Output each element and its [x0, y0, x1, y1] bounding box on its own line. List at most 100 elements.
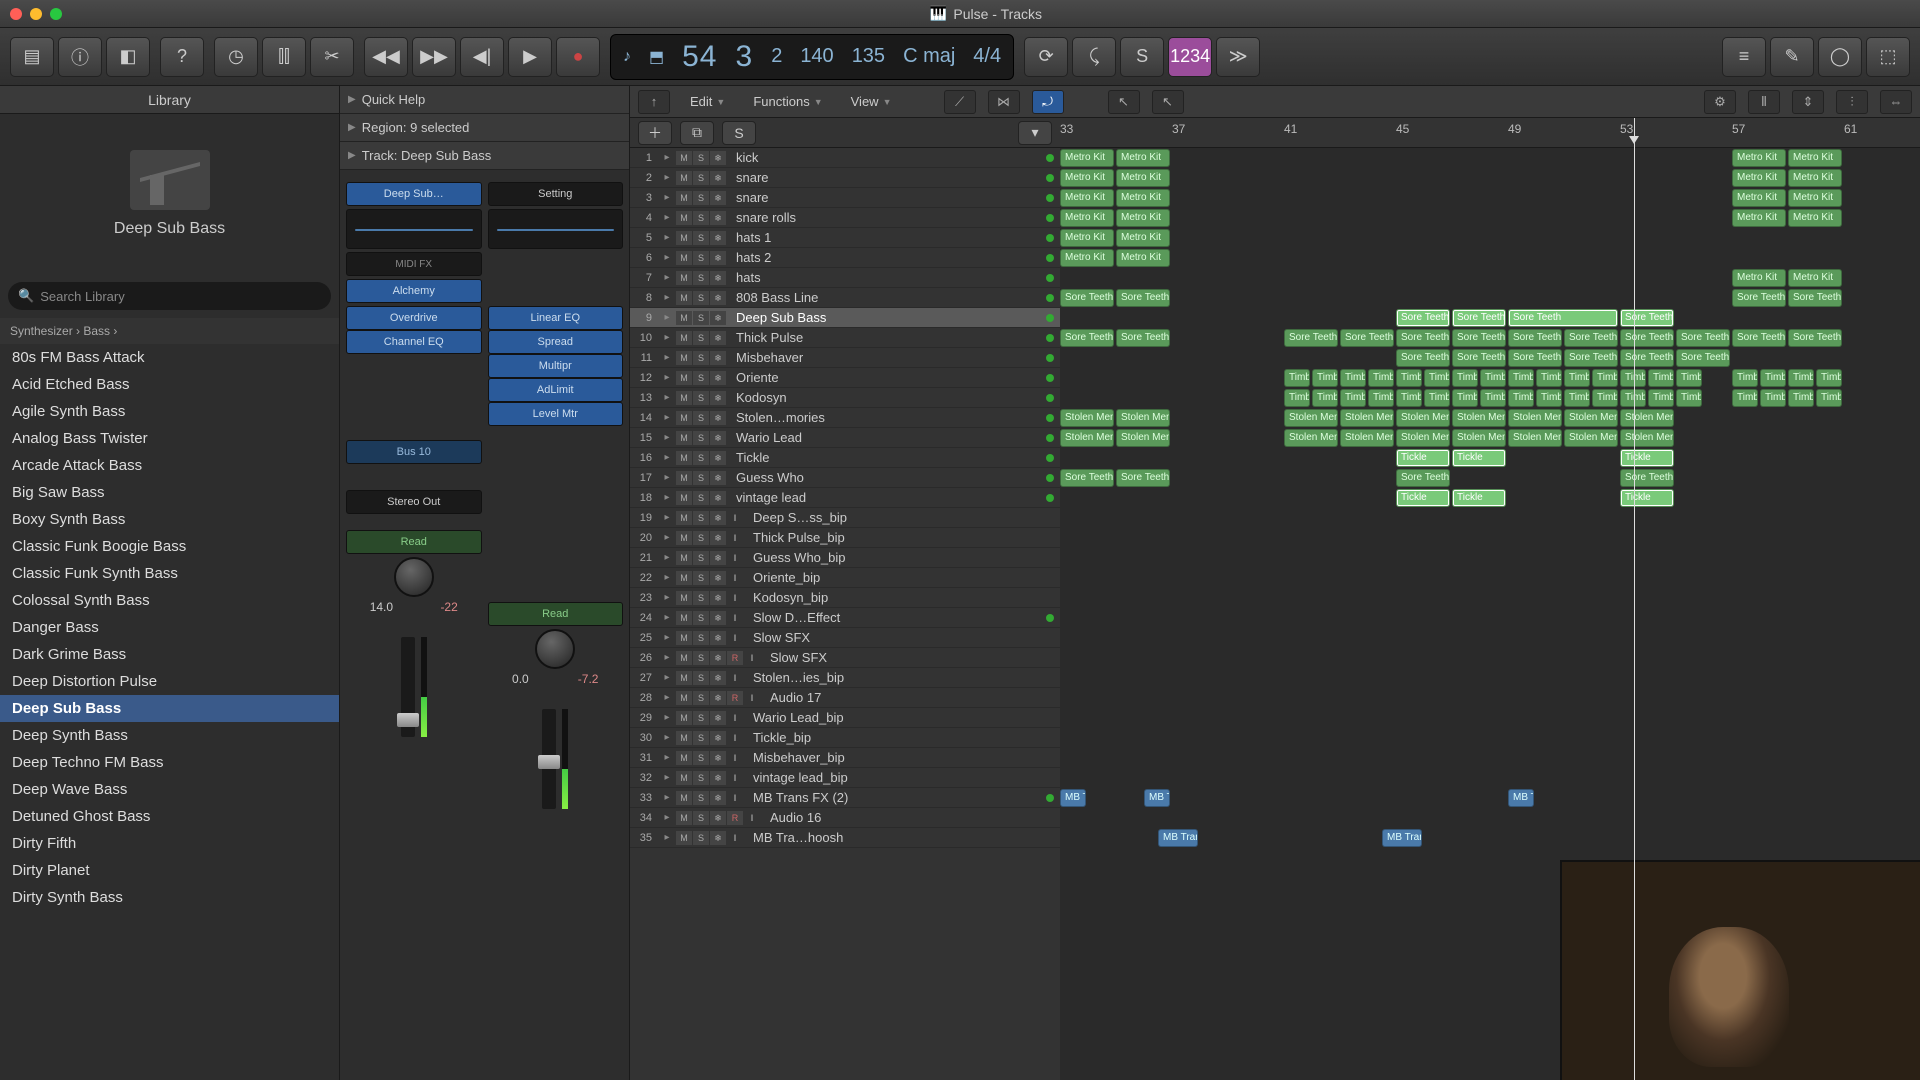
library-item[interactable]: Dark Grime Bass	[0, 641, 339, 668]
region[interactable]: Metro Kit	[1060, 209, 1114, 227]
region[interactable]: Timb	[1508, 389, 1534, 407]
region[interactable]: Sore Teeth	[1116, 329, 1170, 347]
region[interactable]: Timb	[1340, 389, 1366, 407]
region[interactable]: Metro Kit	[1060, 249, 1114, 267]
track-row[interactable]: 8▸MS❄808 Bass Line	[630, 288, 1060, 308]
track-row[interactable]: 27▸MS❄IStolen…ies_bip	[630, 668, 1060, 688]
region-lane[interactable]	[1060, 688, 1920, 708]
automation-read[interactable]: Read	[488, 602, 624, 626]
track-row[interactable]: 7▸MS❄hats	[630, 268, 1060, 288]
track-filter-button[interactable]: ▾	[1018, 121, 1052, 145]
automation-tool[interactable]: ⟋	[944, 90, 976, 114]
track-row[interactable]: 29▸MS❄IWario Lead_bip	[630, 708, 1060, 728]
region-lane[interactable]: TimbTimbTimbTimbTimbTimbTimbTimbTimbTimb…	[1060, 368, 1920, 388]
track-row[interactable]: 5▸MS❄hats 1	[630, 228, 1060, 248]
bus-send[interactable]: Bus 10	[346, 440, 482, 464]
region[interactable]: Sore Teeth	[1732, 329, 1786, 347]
region[interactable]: MB T	[1508, 789, 1534, 807]
region[interactable]: Timb	[1368, 369, 1394, 387]
region-lane[interactable]: Metro KitMetro KitMetro KitMetro Kit	[1060, 188, 1920, 208]
track-row[interactable]: 11▸MS❄Misbehaver	[630, 348, 1060, 368]
region[interactable]: Sore Teeth	[1284, 329, 1338, 347]
track-row[interactable]: 24▸MS❄ISlow D…Effect	[630, 608, 1060, 628]
region[interactable]: Sore Teeth	[1396, 469, 1450, 487]
region[interactable]: Timb	[1424, 369, 1450, 387]
track-row[interactable]: 26▸MS❄RISlow SFX	[630, 648, 1060, 668]
region[interactable]: Sore Teeth	[1452, 309, 1506, 327]
channel-name[interactable]: Setting	[488, 182, 624, 206]
region[interactable]: Stolen Mem	[1396, 409, 1450, 427]
region[interactable]: Sore Teeth	[1564, 329, 1618, 347]
audio-fx-slot[interactable]: Level Mtr	[488, 402, 624, 426]
lcd-div[interactable]: 2	[771, 45, 782, 68]
region[interactable]: Timb	[1480, 389, 1506, 407]
region[interactable]: Sore Teeth	[1508, 309, 1618, 327]
audio-fx-slot[interactable]: Channel EQ	[346, 330, 482, 354]
audio-fx-slot[interactable]: Multipr	[488, 354, 624, 378]
region[interactable]: Tickle	[1452, 489, 1506, 507]
library-item[interactable]: Dirty Fifth	[0, 830, 339, 857]
region[interactable]: Timb	[1676, 389, 1702, 407]
region[interactable]: Timb	[1648, 389, 1674, 407]
region[interactable]: Stolen Mem	[1620, 409, 1674, 427]
track-row[interactable]: 22▸MS❄IOriente_bip	[630, 568, 1060, 588]
minimize-button[interactable]	[30, 8, 42, 20]
channel-name[interactable]: Deep Sub…	[346, 182, 482, 206]
region[interactable]: Sore Teeth	[1396, 349, 1450, 367]
region[interactable]: Stolen Mem	[1116, 409, 1170, 427]
audio-fx-slot[interactable]: Linear EQ	[488, 306, 624, 330]
library-item[interactable]: Classic Funk Boogie Bass	[0, 533, 339, 560]
region[interactable]: Sore Teeth	[1788, 329, 1842, 347]
region-lane[interactable]	[1060, 608, 1920, 628]
other-zoom[interactable]: ⫶	[1836, 90, 1868, 114]
region[interactable]: Sore Teeth	[1788, 289, 1842, 307]
solo-button[interactable]: S	[1120, 37, 1164, 77]
pan-knob[interactable]	[535, 629, 575, 669]
region[interactable]: Timb	[1312, 389, 1338, 407]
region-lane[interactable]	[1060, 568, 1920, 588]
library-item[interactable]: Deep Synth Bass	[0, 722, 339, 749]
region-lane[interactable]	[1060, 548, 1920, 568]
region[interactable]: Timb	[1620, 389, 1646, 407]
region-lane[interactable]: Metro KitMetro KitMetro KitMetro Kit	[1060, 208, 1920, 228]
region[interactable]: Metro Kit	[1060, 229, 1114, 247]
region[interactable]: Metro Kit	[1060, 189, 1114, 207]
region-lane[interactable]	[1060, 668, 1920, 688]
region-lane[interactable]: Stolen MemStolen MemStolen MemStolen Mem…	[1060, 428, 1920, 448]
library-breadcrumb[interactable]: Synthesizer › Bass ›	[0, 318, 339, 344]
region[interactable]: Metro Kit	[1788, 149, 1842, 167]
track-row[interactable]: 16▸MS❄Tickle	[630, 448, 1060, 468]
library-item[interactable]: Danger Bass	[0, 614, 339, 641]
region[interactable]: Metro Kit	[1732, 189, 1786, 207]
ruler[interactable]: 3337414549535761	[1060, 118, 1920, 148]
region-lane[interactable]: Sore TeethSore TeethSore TeethSore Teeth…	[1060, 328, 1920, 348]
library-item[interactable]: Deep Techno FM Bass	[0, 749, 339, 776]
region[interactable]: Sore Teeth	[1452, 329, 1506, 347]
library-item[interactable]: Big Saw Bass	[0, 479, 339, 506]
region[interactable]: Metro Kit	[1732, 149, 1786, 167]
region[interactable]: Sore Teeth	[1452, 349, 1506, 367]
region-lane[interactable]	[1060, 768, 1920, 788]
region[interactable]: Timb	[1816, 369, 1842, 387]
midi-fx-slot[interactable]: MIDI FX	[346, 252, 482, 276]
region-lane[interactable]	[1060, 528, 1920, 548]
pencil-tool[interactable]: ↖	[1152, 90, 1184, 114]
region[interactable]: Timb	[1340, 369, 1366, 387]
region-lane[interactable]: Metro KitMetro Kit	[1060, 248, 1920, 268]
stop-button[interactable]: ◀|	[460, 37, 504, 77]
track-row[interactable]: 10▸MS❄Thick Pulse	[630, 328, 1060, 348]
lcd-bar[interactable]: 54	[682, 40, 717, 74]
region[interactable]: Stolen Mem	[1620, 429, 1674, 447]
track-row[interactable]: 1▸MS❄kick	[630, 148, 1060, 168]
region[interactable]: Timb	[1424, 389, 1450, 407]
region[interactable]: Stolen Mem	[1284, 409, 1338, 427]
fader[interactable]	[346, 617, 482, 737]
region-lane[interactable]: TimbTimbTimbTimbTimbTimbTimbTimbTimbTimb…	[1060, 388, 1920, 408]
region[interactable]: Timb	[1620, 369, 1646, 387]
loop-browser-button[interactable]: ◯	[1818, 37, 1862, 77]
region[interactable]: Tickle	[1396, 449, 1450, 467]
more-button[interactable]: ≫	[1216, 37, 1260, 77]
region[interactable]: Timb	[1648, 369, 1674, 387]
region[interactable]: Stolen Mem	[1396, 429, 1450, 447]
region[interactable]: Sore Teeth	[1396, 329, 1450, 347]
